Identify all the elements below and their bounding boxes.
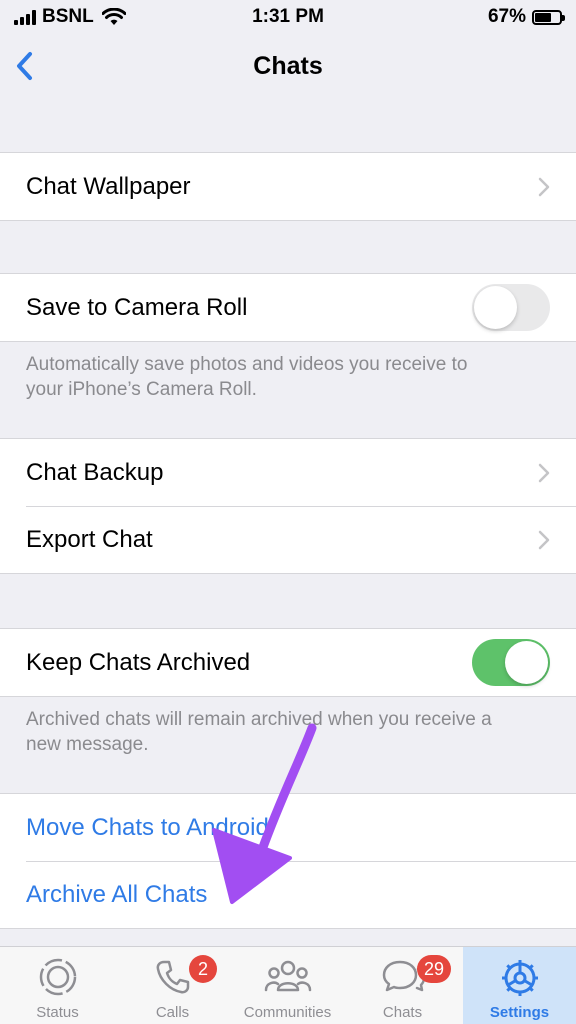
camera-roll-group: Save to Camera Roll [0,273,576,342]
calls-badge: 2 [189,955,217,983]
archived-note-line2: new message. [26,734,149,755]
chat-wallpaper-row[interactable]: Chat Wallpaper [0,153,576,220]
battery-percent: 67% [487,6,526,27]
camera-roll-note-line1: Automatically save photos and videos you… [26,354,468,375]
tab-status-label: Status [36,1004,79,1021]
chevron-right-icon [538,463,550,483]
chat-wallpaper-label: Chat Wallpaper [26,172,191,200]
chevron-right-icon [538,530,550,550]
camera-roll-footer-note: Automatically save photos and videos you… [26,352,556,402]
tab-settings-label: Settings [489,1004,550,1021]
tab-settings[interactable]: Settings [463,947,576,1024]
backup-export-group: Chat Backup Export Chat [0,438,576,574]
keep-chats-archived-label: Keep Chats Archived [26,648,251,676]
chat-backup-label: Chat Backup [26,458,164,486]
save-to-camera-roll-row: Save to Camera Roll [0,274,576,341]
page-title: Chats [253,52,323,80]
camera-roll-note-line2: your iPhone’s Camera Roll. [26,379,257,400]
actions-group: Move Chats to Android Archive All Chats [0,793,576,929]
tab-chats[interactable]: 29 Chats [345,947,460,1024]
tab-communities[interactable]: Communities [230,947,345,1024]
status-icon [39,958,76,996]
save-to-camera-roll-label: Save to Camera Roll [26,293,248,321]
archived-footer-note: Archived chats will remain archived when… [26,707,556,757]
chats-badge: 29 [417,955,452,983]
communities-icon [264,960,311,992]
chat-backup-row[interactable]: Chat Backup [0,439,576,506]
export-chat-label: Export Chat [26,525,153,553]
move-chats-to-android-button[interactable]: Move Chats to Android [0,794,576,861]
keep-chats-archived-toggle[interactable] [472,639,550,686]
battery-icon [532,9,565,25]
tab-calls-label: Calls [155,1004,190,1021]
tab-calls[interactable]: 2 Calls [115,947,230,1024]
tab-bar: Status 2 Calls Communities 29 Chats Sett… [0,946,576,1024]
tab-communities-label: Communities [243,1004,332,1021]
chevron-right-icon [538,177,550,197]
wallpaper-group: Chat Wallpaper [0,152,576,221]
export-chat-row[interactable]: Export Chat [0,506,576,573]
gear-icon [501,960,538,996]
archive-all-chats-button[interactable]: Archive All Chats [0,861,576,928]
tab-status[interactable]: Status [0,947,115,1024]
phone-icon [156,960,189,994]
navigation-bar: Chats [0,34,576,100]
move-chats-to-android-label: Move Chats to Android [26,813,269,841]
tab-chats-label: Chats [382,1004,423,1021]
archived-note-line1: Archived chats will remain archived when… [26,709,492,730]
keep-chats-archived-row: Keep Chats Archived [0,629,576,696]
archive-all-chats-label: Archive All Chats [26,880,208,908]
status-bar: BSNL 1:31 PM 67% [0,0,576,34]
keep-archived-group: Keep Chats Archived [0,628,576,697]
save-to-camera-roll-toggle[interactable] [472,284,550,331]
